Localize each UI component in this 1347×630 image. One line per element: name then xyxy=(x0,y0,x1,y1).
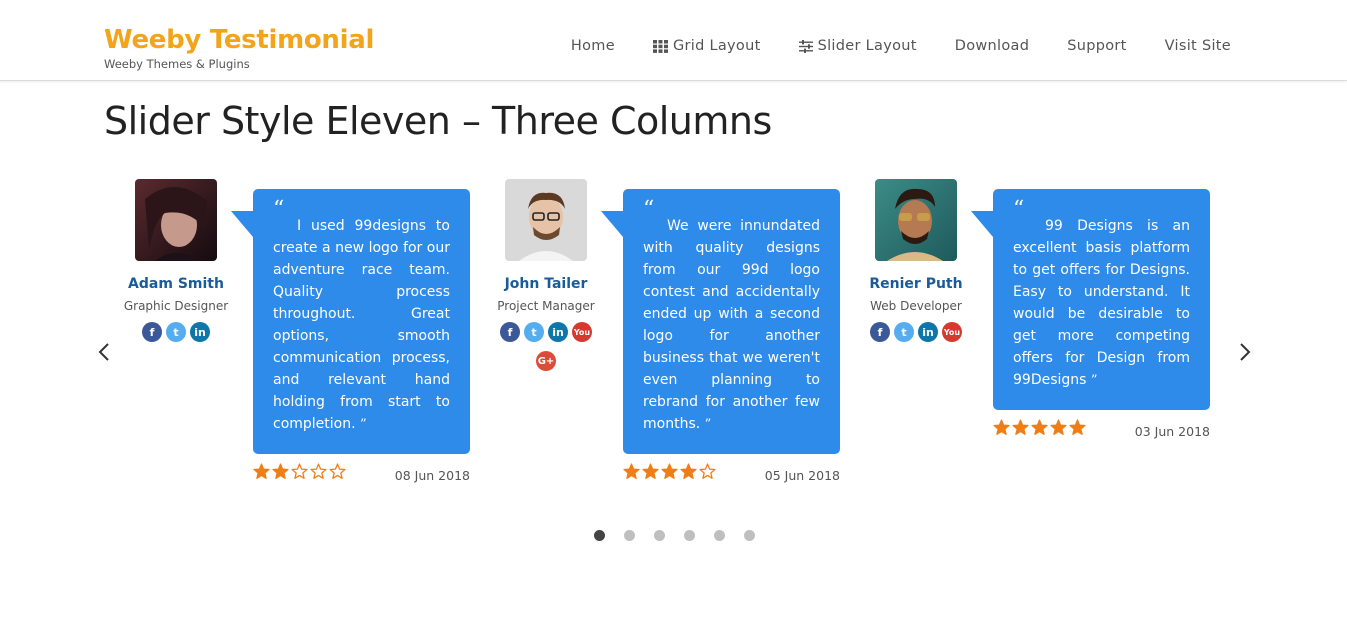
youtube-icon[interactable]: You xyxy=(942,322,962,342)
testimonial-card: Adam Smith Graphic Designer f t in “ I u… xyxy=(124,179,505,499)
social-links: f t in xyxy=(95,322,257,342)
social-links: f t in You xyxy=(835,322,997,342)
person-role: Graphic Designer xyxy=(123,299,229,313)
star-filled-icon xyxy=(623,463,640,479)
person-role: Web Developer xyxy=(870,299,962,313)
close-quote-icon: ” xyxy=(360,417,367,432)
testimonial-card: John Tailer Project Manager f t in You G… xyxy=(497,179,875,499)
linkedin-icon[interactable]: in xyxy=(190,322,210,342)
nav-visit-site-label: Visit Site xyxy=(1164,38,1231,54)
quote-text: 99 Designs is an excellent basis platfor… xyxy=(1013,215,1190,392)
pagination-dot[interactable] xyxy=(594,530,605,541)
pagination-dot[interactable] xyxy=(624,530,635,541)
pagination-dot[interactable] xyxy=(714,530,725,541)
testimonial-date: 03 Jun 2018 xyxy=(1134,424,1210,439)
testimonial-date: 08 Jun 2018 xyxy=(394,468,470,483)
nav-download[interactable]: Download xyxy=(955,38,1029,54)
slider-pagination xyxy=(594,530,755,541)
star-filled-icon xyxy=(1012,419,1029,435)
testimonial-card: Renier Puth Web Developer f t in You “ 9… xyxy=(869,179,1245,499)
chevron-left-icon xyxy=(98,343,109,361)
nav-support-label: Support xyxy=(1067,38,1127,54)
star-filled-icon xyxy=(1031,419,1048,435)
star-filled-icon xyxy=(642,463,659,479)
grid-icon xyxy=(652,39,668,53)
quote-body: 99 Designs is an excellent basis platfor… xyxy=(1013,218,1190,388)
person-name: Renier Puth xyxy=(869,276,963,292)
quote-bubble: “ We were innundated with quality design… xyxy=(601,189,840,454)
avatar[interactable] xyxy=(875,179,957,261)
nav-support[interactable]: Support xyxy=(1067,38,1126,54)
star-empty-icon xyxy=(291,463,308,479)
brand-title[interactable]: Weeby Testimonial xyxy=(104,24,374,56)
linkedin-icon[interactable]: in xyxy=(918,322,938,342)
quote-text: We were innundated with quality designs … xyxy=(643,215,820,436)
person-role: Project Manager xyxy=(497,299,595,313)
quote-bubble: “ 99 Designs is an excellent basis platf… xyxy=(971,189,1210,410)
open-quote-icon: “ xyxy=(1013,197,1025,222)
star-filled-icon xyxy=(680,463,697,479)
nav-slider-label: Slider Layout xyxy=(817,38,917,54)
social-links-row2: G+ xyxy=(465,351,627,371)
google-plus-icon[interactable]: G+ xyxy=(536,351,556,371)
twitter-icon[interactable]: t xyxy=(894,322,914,342)
star-rating xyxy=(993,419,1086,436)
pagination-dot[interactable] xyxy=(684,530,695,541)
star-filled-icon xyxy=(1069,419,1086,435)
open-quote-icon: “ xyxy=(643,197,655,222)
star-rating xyxy=(253,463,346,480)
nav-visit-site[interactable]: Visit Site xyxy=(1165,38,1231,54)
facebook-icon[interactable]: f xyxy=(142,322,162,342)
star-filled-icon xyxy=(272,463,289,479)
twitter-icon[interactable]: t xyxy=(166,322,186,342)
avatar[interactable] xyxy=(505,179,587,261)
twitter-icon[interactable]: t xyxy=(524,322,544,342)
star-empty-icon xyxy=(329,463,346,479)
pagination-dot[interactable] xyxy=(654,530,665,541)
star-filled-icon xyxy=(993,419,1010,435)
nav-home-label: Home xyxy=(570,38,615,54)
page-title: Slider Style Eleven – Three Columns xyxy=(104,99,772,144)
main-nav: Home Grid Layout Slider Layout Download … xyxy=(571,38,1231,54)
star-filled-icon xyxy=(661,463,678,479)
star-empty-icon xyxy=(310,463,327,479)
person-name: John Tailer xyxy=(504,276,588,292)
profile: Renier Puth Web Developer f t in You xyxy=(869,179,963,342)
pagination-dot[interactable] xyxy=(744,530,755,541)
facebook-icon[interactable]: f xyxy=(870,322,890,342)
quote-text: I used 99designs to create a new logo fo… xyxy=(273,215,450,436)
nav-grid-label: Grid Layout xyxy=(672,38,761,54)
avatar[interactable] xyxy=(135,179,217,261)
open-quote-icon: “ xyxy=(273,197,285,222)
quote-body: We were innundated with quality designs … xyxy=(643,218,820,432)
social-links: f t in You xyxy=(465,322,627,342)
testimonial-date: 05 Jun 2018 xyxy=(764,468,840,483)
close-quote-icon: ” xyxy=(704,417,712,432)
profile: John Tailer Project Manager f t in You G… xyxy=(497,179,595,371)
star-rating xyxy=(623,463,716,480)
nav-download-label: Download xyxy=(954,38,1030,54)
person-name: Adam Smith xyxy=(128,276,224,292)
close-quote-icon: ” xyxy=(1090,373,1098,388)
quote-bubble: “ I used 99designs to create a new logo … xyxy=(231,189,470,454)
site-header: Weeby Testimonial Weeby Themes & Plugins… xyxy=(0,0,1347,81)
profile: Adam Smith Graphic Designer f t in xyxy=(124,179,228,342)
youtube-icon[interactable]: You xyxy=(572,322,592,342)
quote-body: I used 99designs to create a new logo fo… xyxy=(273,218,450,432)
linkedin-icon[interactable]: in xyxy=(548,322,568,342)
brand-subtitle: Weeby Themes & Plugins xyxy=(104,57,250,71)
facebook-icon[interactable]: f xyxy=(500,322,520,342)
prev-arrow[interactable] xyxy=(93,340,117,364)
star-empty-icon xyxy=(699,463,716,479)
nav-home[interactable]: Home xyxy=(571,38,615,54)
star-filled-icon xyxy=(1050,419,1067,435)
nav-grid-layout[interactable]: Grid Layout xyxy=(652,38,761,54)
nav-slider-layout[interactable]: Slider Layout xyxy=(798,38,917,54)
sliders-icon xyxy=(798,39,813,53)
brand[interactable]: Weeby Testimonial Weeby Themes & Plugins xyxy=(104,24,374,71)
star-filled-icon xyxy=(253,463,270,479)
